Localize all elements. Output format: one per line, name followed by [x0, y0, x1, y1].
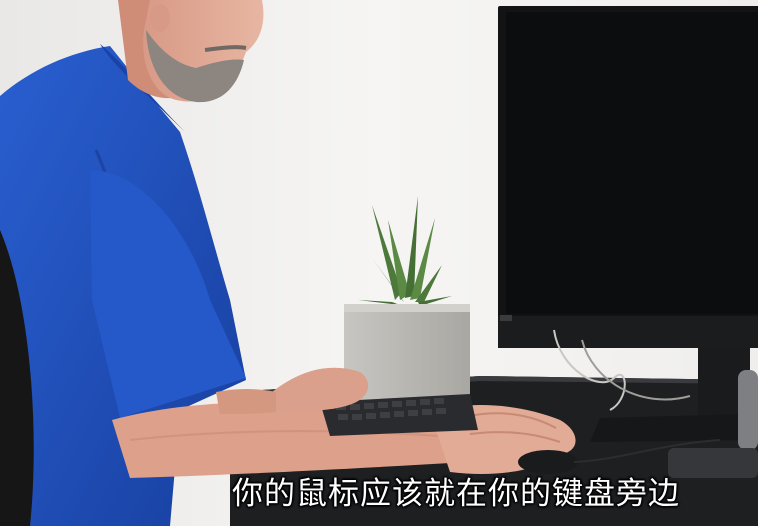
video-frame: 你的鼠标应该就在你的键盘旁边	[0, 0, 758, 526]
video-subtitle: 你的鼠标应该就在你的键盘旁边	[232, 476, 680, 512]
mouse	[518, 450, 578, 474]
ear	[150, 4, 170, 32]
scene-illustration	[0, 0, 758, 526]
left-forearm	[216, 389, 276, 414]
